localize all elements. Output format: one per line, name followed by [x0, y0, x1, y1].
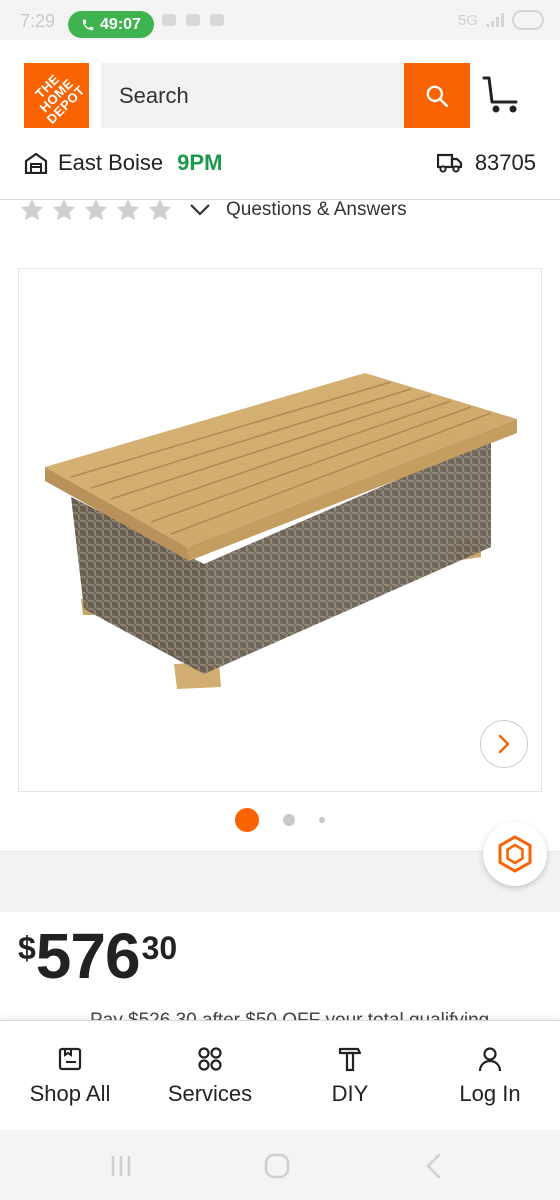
- hexagon-chat-icon: [498, 835, 532, 873]
- store-selector[interactable]: East Boise 9PM: [24, 150, 222, 176]
- coffee-table-illustration: [45, 373, 517, 689]
- search-input[interactable]: Search: [101, 63, 405, 128]
- product-image[interactable]: [18, 268, 542, 792]
- back-icon[interactable]: [421, 1152, 449, 1180]
- shop-all-icon: [58, 1047, 82, 1070]
- nav-label: DIY: [331, 1080, 369, 1106]
- truck-icon: [436, 153, 462, 173]
- search-icon: [426, 85, 449, 107]
- notification-icons: [162, 14, 224, 26]
- diy-icon: [338, 1047, 362, 1071]
- nav-label: Log In: [459, 1080, 521, 1106]
- carousel-dot[interactable]: [319, 817, 325, 823]
- system-nav-bar: [0, 1130, 560, 1200]
- search-placeholder: Search: [119, 82, 189, 108]
- nav-log-in[interactable]: Log In: [420, 1021, 560, 1130]
- delivery-zip-selector[interactable]: 83705: [436, 150, 536, 176]
- app-header: THE HOME DEPOT Search East Boise 9PM 837…: [0, 40, 560, 200]
- call-timer: 49:07: [100, 15, 141, 33]
- chat-notification-icon: [162, 14, 176, 26]
- chevron-down-icon: [190, 204, 210, 216]
- phone-icon: [82, 19, 94, 30]
- rating-row[interactable]: Questions & Answers: [18, 198, 407, 222]
- nav-diy[interactable]: DIY: [280, 1021, 420, 1130]
- recent-apps-icon[interactable]: [107, 1152, 135, 1180]
- price-cents: 30: [141, 930, 178, 966]
- status-bar: 7:29 49:07 5G: [0, 0, 560, 40]
- chat-assistant-button[interactable]: [483, 822, 547, 886]
- nav-label: Services: [167, 1080, 253, 1106]
- carousel-dots: [0, 808, 560, 832]
- carousel-dot-active[interactable]: [235, 808, 259, 832]
- call-timer-pill[interactable]: 49:07: [68, 11, 154, 38]
- screenshot-notification-icon: [186, 14, 200, 26]
- price-currency: $: [18, 930, 36, 966]
- status-time: 7:29: [20, 11, 56, 31]
- product-price: $ 576 30: [18, 924, 177, 988]
- store-icon: [24, 152, 48, 174]
- cart-icon[interactable]: [480, 74, 522, 116]
- store-name: East Boise: [58, 150, 164, 175]
- home-depot-logo[interactable]: THE HOME DEPOT: [24, 63, 89, 128]
- services-icon: [198, 1046, 222, 1071]
- star-icon: [148, 199, 172, 221]
- home-icon[interactable]: [263, 1152, 291, 1180]
- nav-services[interactable]: Services: [140, 1021, 280, 1130]
- network-label: 5G: [457, 11, 478, 29]
- price-dollars: 576: [35, 920, 141, 992]
- questions-answers-link[interactable]: Questions & Answers: [226, 199, 407, 221]
- nav-label: Shop All: [29, 1080, 111, 1106]
- battery-icon: [512, 10, 544, 30]
- bottom-nav: Shop All Services DIY Log In: [0, 1020, 560, 1130]
- star-icon: [20, 199, 44, 221]
- price-section: $ 576 30 Pay $526.30 after $50 OFF your …: [0, 912, 560, 1020]
- nav-shop-all[interactable]: Shop All: [0, 1021, 140, 1130]
- star-icon: [84, 199, 108, 221]
- star-icon: [52, 199, 76, 221]
- user-icon: [478, 1046, 502, 1071]
- status-right: 5G: [458, 10, 544, 30]
- store-hours: 9PM: [177, 150, 223, 175]
- star-icon: [116, 199, 140, 221]
- promo-text: Pay $526.30 after $50 OFF your total qua…: [90, 1010, 489, 1020]
- product-content: Questions & Answers: [0, 198, 560, 886]
- search-button[interactable]: [404, 63, 470, 128]
- carousel-dot[interactable]: [283, 814, 295, 826]
- next-image-button[interactable]: [480, 720, 528, 768]
- video-notification-icon: [210, 14, 224, 26]
- logo-text: THE HOME DEPOT: [32, 71, 88, 127]
- zip-code: 83705: [474, 150, 536, 175]
- signal-icon: [486, 13, 504, 27]
- chevron-right-icon: [498, 734, 510, 754]
